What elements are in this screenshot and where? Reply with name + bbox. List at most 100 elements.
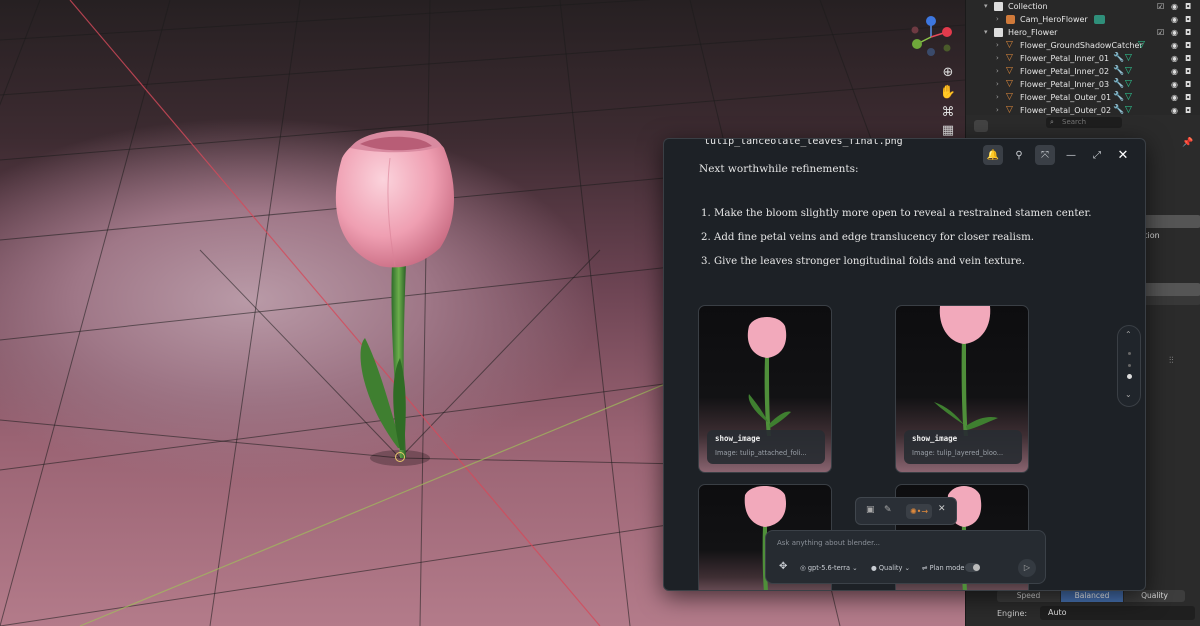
render-camera-icon[interactable]: ◘ (1185, 0, 1191, 13)
zoom-icon[interactable]: ⊕ (938, 62, 958, 82)
outliner-row-petal[interactable]: › ▽ Flower_Petal_Inner_03 🔧 ▽ ◉ ◘ (966, 78, 1200, 91)
mesh-object-icon: ▽ (1006, 92, 1013, 102)
refinement-item: 2. Add fine petal veins and edge translu… (701, 232, 1034, 243)
expand-arrow-icon[interactable]: › (996, 52, 999, 65)
chat-input[interactable]: Ask anything about blender... (777, 539, 880, 547)
scroll-dot[interactable] (1128, 364, 1131, 367)
object-origin (395, 452, 405, 462)
toggle-switch[interactable] (965, 563, 980, 572)
render-camera-icon[interactable]: ◘ (1185, 13, 1191, 26)
add-icon[interactable]: ✥ (779, 561, 787, 572)
plan-mode-toggle[interactable]: ⇌ Plan mode (922, 564, 964, 572)
eye-icon[interactable]: ◉ (1171, 39, 1178, 52)
segment-balanced[interactable]: Balanced (1061, 590, 1123, 602)
quality-selector[interactable]: ● Quality ⌄ (871, 564, 910, 572)
outliner-row-camera[interactable]: › Cam_HeroFlower ◉ ◘ (966, 13, 1200, 26)
outliner-row-hero-flower[interactable]: ▾ Hero_Flower ☑ ◉ ◘ (966, 26, 1200, 39)
outliner-row-shadow-catcher[interactable]: › ▽ Flower_GroundShadowCatcher ▽ ◉ ◘ (966, 39, 1200, 52)
modifier-wrench-icon: 🔧 (1113, 105, 1125, 115)
outliner-row-petal[interactable]: › ▽ Flower_Petal_Inner_01 🔧 ▽ ◉ ◘ (966, 52, 1200, 65)
image-caption: show_image Image: tulip_attached_foli... (707, 430, 825, 464)
mesh-object-icon: ▽ (1006, 79, 1013, 89)
close-icon[interactable]: ✕ (1113, 145, 1133, 165)
model-selector[interactable]: ◎ gpt-5.6-terra ⌄ (800, 564, 858, 572)
eye-icon[interactable]: ◉ (1171, 91, 1178, 104)
send-icon[interactable]: ▷ (1018, 559, 1036, 577)
image-result-card[interactable]: show_image Image: tulip_attached_foli... (698, 305, 832, 473)
eye-icon[interactable]: ◉ (1171, 0, 1178, 13)
render-camera-icon[interactable]: ◘ (1185, 91, 1191, 104)
eye-icon[interactable]: ◉ (1171, 52, 1178, 65)
scroll-down-icon[interactable]: ⌄ (1125, 390, 1132, 399)
expand-arrow-icon[interactable]: › (996, 39, 999, 52)
modifier-wrench-icon: 🔧 (1113, 66, 1125, 76)
expand-arrow-icon[interactable]: › (996, 91, 999, 104)
minimize-icon[interactable]: — (1061, 145, 1081, 165)
sliders-icon[interactable]: ⫶⫶ (1169, 356, 1174, 366)
grid-view-icon[interactable]: ▦ (938, 120, 958, 140)
fullscreen-icon[interactable]: ⤢ (1087, 145, 1107, 165)
panel-toolbar: 🔔 ⚲ ⤧ — ⤢ ✕ (983, 145, 1133, 165)
chat-composer[interactable]: Ask anything about blender... ✥ ◎ gpt-5.… (765, 530, 1046, 584)
collection-icon (994, 28, 1003, 37)
expand-arrow-icon[interactable]: › (996, 65, 999, 78)
editor-type-icon[interactable] (974, 120, 988, 132)
mesh-data-icon: ▽ (1125, 92, 1132, 102)
camera-view-icon[interactable]: ⌘ (938, 102, 958, 122)
scroll-dot-active[interactable] (1127, 374, 1132, 379)
mesh-object-icon: ▽ (1006, 40, 1013, 50)
pin-icon[interactable]: 📌 (1182, 138, 1193, 148)
render-camera-icon[interactable]: ◘ (1185, 65, 1191, 78)
checkbox-icon[interactable]: ☑ (1157, 0, 1164, 13)
collapse-arrow-icon[interactable]: ▾ (984, 26, 988, 39)
expand-arrow-icon[interactable]: › (996, 13, 999, 26)
scroll-navigator[interactable]: ⌃ ⌄ (1117, 325, 1141, 407)
eye-icon[interactable]: ◉ (1171, 78, 1178, 91)
expand-arrow-icon[interactable]: › (996, 78, 999, 91)
eye-icon[interactable]: ◉ (1171, 26, 1178, 39)
refinement-item: 1. Make the bloom slightly more open to … (701, 208, 1092, 219)
image-filename: tulip_lanceolate_leaves_final.png (704, 138, 903, 147)
pan-hand-icon[interactable]: ✋ (938, 82, 958, 102)
eye-icon[interactable]: ◉ (1171, 13, 1178, 26)
blender-context-icon[interactable]: ✺•→ (906, 504, 932, 519)
eye-icon[interactable]: ◉ (1171, 65, 1178, 78)
outliner-row-collection[interactable]: ▾ Collection ☑ ◉ ◘ (966, 0, 1200, 13)
mesh-data-icon: ▽ (1125, 105, 1132, 115)
bell-icon[interactable]: 🔔 (983, 145, 1003, 165)
engine-dropdown[interactable]: Auto (1040, 606, 1195, 620)
camera-object-icon (1006, 15, 1015, 24)
modifier-wrench-icon: 🔧 (1113, 53, 1125, 63)
navigation-gizmo[interactable] (905, 12, 957, 62)
mesh-data-icon: ▽ (1125, 79, 1132, 89)
scroll-up-icon[interactable]: ⌃ (1125, 330, 1132, 339)
segment-speed[interactable]: Speed (997, 590, 1060, 602)
render-camera-icon[interactable]: ◘ (1185, 78, 1191, 91)
mesh-object-icon: ▽ (1006, 66, 1013, 76)
pin-icon[interactable]: ⚲ (1009, 145, 1029, 165)
checkbox-icon[interactable]: ☑ (1157, 26, 1164, 39)
render-camera-icon[interactable]: ◘ (1185, 26, 1191, 39)
outliner-row-petal[interactable]: › ▽ Flower_Petal_Outer_01 🔧 ▽ ◉ ◘ (966, 91, 1200, 104)
brush-icon[interactable]: ✎ (884, 505, 892, 515)
image-result-card[interactable]: show_image Image: tulip_layered_bloo... (895, 305, 1029, 473)
camera-data-icon (1094, 15, 1105, 24)
image-attach-icon[interactable]: ▣ (866, 505, 875, 515)
image-caption: show_image Image: tulip_layered_bloo... (904, 430, 1022, 464)
render-camera-icon[interactable]: ◘ (1185, 52, 1191, 65)
mesh-data-icon: ▽ (1125, 66, 1132, 76)
scroll-dot[interactable] (1128, 352, 1131, 355)
expand-icon[interactable]: ⤧ (1035, 145, 1055, 165)
tulip-model[interactable] (320, 118, 470, 468)
properties-search-input[interactable]: ⌕ Search (1046, 117, 1122, 128)
outliner[interactable]: ▾ Collection ☑ ◉ ◘ › Cam_HeroFlower ◉ ◘ … (966, 0, 1200, 115)
collapse-arrow-icon[interactable]: ▾ (984, 0, 988, 13)
mesh-data-icon: ▽ (1125, 53, 1132, 63)
attachment-popup: ▣ ✎ ✺•→ ✕ (855, 497, 957, 525)
close-icon[interactable]: ✕ (938, 504, 946, 514)
outliner-row-petal[interactable]: › ▽ Flower_Petal_Inner_02 🔧 ▽ ◉ ◘ (966, 65, 1200, 78)
render-camera-icon[interactable]: ◘ (1185, 39, 1191, 52)
segment-quality[interactable]: Quality (1124, 590, 1185, 602)
collection-icon (994, 2, 1003, 11)
mesh-object-icon: ▽ (1006, 53, 1013, 63)
